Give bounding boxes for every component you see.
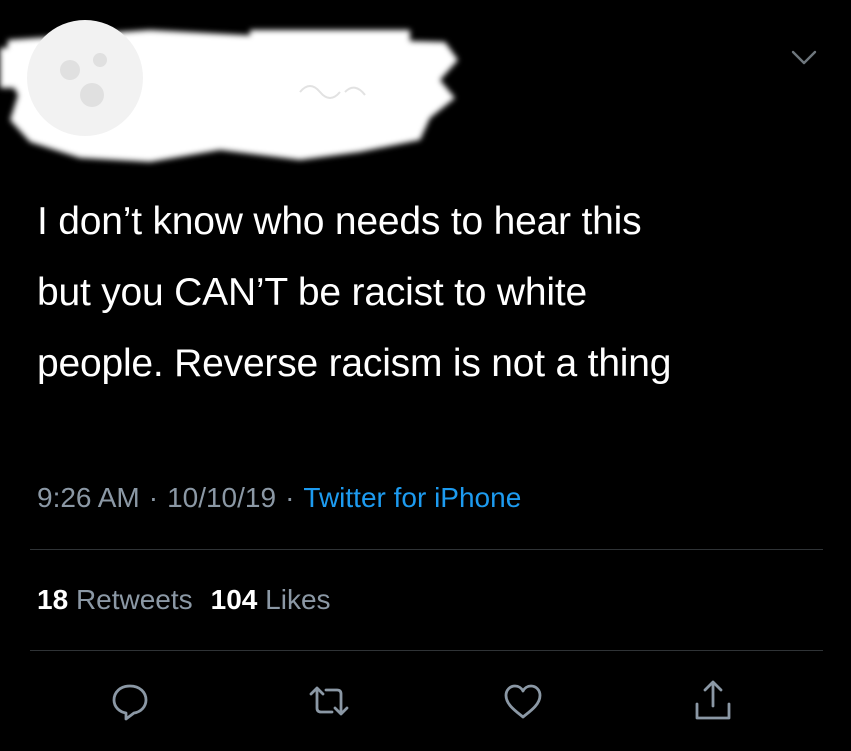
- redacted-author-header: [0, 0, 470, 175]
- avatar: [27, 20, 143, 136]
- meta-separator: ·: [285, 482, 295, 513]
- share-icon: [695, 680, 731, 720]
- tweet-meta: 9:26 AM · 10/10/19 · Twitter for iPhone: [37, 478, 521, 518]
- retweets-stat[interactable]: 18 Retweets: [37, 584, 193, 615]
- retweet-button[interactable]: [306, 678, 352, 724]
- likes-label: Likes: [265, 584, 331, 615]
- tweet-stats: 18 Retweets 104 Likes: [37, 580, 331, 620]
- retweets-label: Retweets: [75, 584, 193, 615]
- retweet-icon: [309, 686, 349, 716]
- tweet-date: 10/10/19: [167, 482, 277, 513]
- reply-icon: [112, 684, 148, 721]
- retweets-count: 18: [37, 584, 69, 615]
- tweet-time: 9:26 AM: [37, 482, 140, 513]
- tweet-text-line: I don’t know who needs to hear this: [37, 200, 642, 243]
- divider: [30, 549, 823, 550]
- redaction-scribble: [0, 20, 458, 162]
- likes-count: 104: [210, 584, 258, 615]
- tweet-text-line: but you CAN’T be racist to white: [37, 271, 587, 314]
- tweet-action-bar: [0, 678, 851, 728]
- share-button[interactable]: [690, 678, 736, 724]
- chevron-down-icon[interactable]: [788, 46, 820, 70]
- like-button[interactable]: [500, 678, 546, 724]
- tweet-text-line: people. Reverse racism is not a thing: [37, 342, 672, 385]
- likes-stat[interactable]: 104 Likes: [211, 584, 331, 615]
- reply-button[interactable]: [107, 678, 153, 724]
- tweet-text: I don’t know who needs to hear this but …: [37, 186, 827, 399]
- meta-separator: ·: [148, 482, 159, 513]
- heart-icon: [504, 684, 542, 719]
- divider: [30, 650, 823, 651]
- tweet-source-link[interactable]: Twitter for iPhone: [303, 482, 521, 513]
